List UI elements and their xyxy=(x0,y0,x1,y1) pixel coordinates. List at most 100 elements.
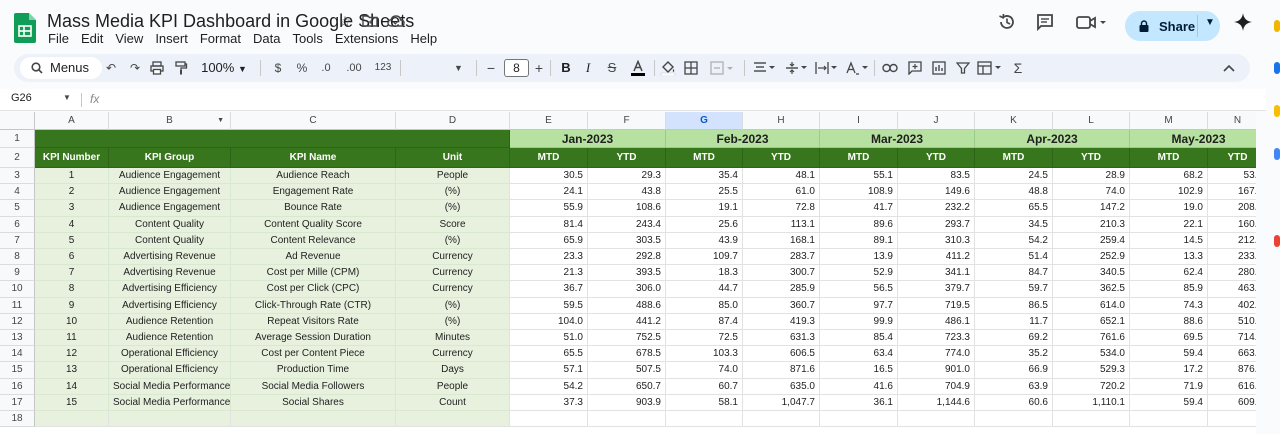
kpi-info-cell[interactable]: Social Media Performance xyxy=(109,394,231,411)
side-panel-tasks-icon[interactable] xyxy=(1274,62,1280,74)
kpi-value-cell[interactable]: 720.2 xyxy=(1053,378,1130,395)
kpi-value-cell[interactable]: 30.5 xyxy=(510,168,588,185)
column-header-j[interactable]: J xyxy=(898,112,975,130)
kpi-value-cell[interactable]: 300.7 xyxy=(743,265,820,282)
kpi-value-cell[interactable]: 310.3 xyxy=(898,232,975,249)
kpi-value-cell[interactable]: 72.5 xyxy=(666,330,743,347)
kpi-info-cell[interactable]: Content Quality xyxy=(109,232,231,249)
bold-button[interactable]: B xyxy=(558,54,574,82)
empty-cell[interactable] xyxy=(588,411,666,428)
spreadsheet-grid[interactable]: A B ▼ C D E F G H I J K L M N 1 2 3 4 5 6 7 8 9 10 11 12 13 14 15 16 17… xyxy=(0,112,1256,434)
kpi-info-cell[interactable]: 2 xyxy=(35,184,109,201)
kpi-value-cell[interactable]: 102.9 xyxy=(1130,184,1208,201)
kpi-value-cell[interactable]: 340.5 xyxy=(1053,265,1130,282)
kpi-value-cell[interactable]: 243.4 xyxy=(588,216,666,233)
kpi-value-cell[interactable]: 62.4 xyxy=(1130,265,1208,282)
kpi-info-cell[interactable]: Cost per Click (CPC) xyxy=(231,281,396,298)
kpi-value-cell[interactable]: 901.0 xyxy=(898,362,975,379)
kpi-value-cell[interactable]: 631.3 xyxy=(743,330,820,347)
kpi-value-cell[interactable]: 43.8 xyxy=(588,184,666,201)
star-icon[interactable]: ☆ xyxy=(337,13,353,29)
kpi-value-cell[interactable]: 14.5 xyxy=(1130,232,1208,249)
menu-view[interactable]: View xyxy=(115,31,143,46)
kpi-info-cell[interactable]: Content Relevance xyxy=(231,232,396,249)
kpi-info-cell[interactable]: Audience Engagement xyxy=(109,200,231,217)
period-header-cell[interactable]: YTD xyxy=(1053,148,1130,168)
kpi-info-cell[interactable]: 1 xyxy=(35,168,109,185)
kpi-info-cell[interactable]: 13 xyxy=(35,362,109,379)
kpi-info-cell[interactable]: Engagement Rate xyxy=(231,184,396,201)
column-header-m[interactable]: M xyxy=(1130,112,1208,130)
percent-format-button[interactable]: % xyxy=(294,54,310,82)
kpi-info-cell[interactable]: Advertising Revenue xyxy=(109,249,231,266)
month-header[interactable]: Apr-2023 xyxy=(975,130,1130,148)
kpi-info-cell[interactable]: Advertising Efficiency xyxy=(109,297,231,314)
empty-cell[interactable] xyxy=(898,411,975,428)
empty-cell[interactable] xyxy=(109,411,231,428)
history-icon[interactable] xyxy=(995,12,1019,36)
zoom-select[interactable]: 100% ▼ xyxy=(198,54,250,82)
month-header[interactable]: Mar-2023 xyxy=(820,130,975,148)
menu-edit[interactable]: Edit xyxy=(81,31,103,46)
kpi-value-cell[interactable]: 285.9 xyxy=(743,281,820,298)
kpi-value-cell[interactable]: 59.4 xyxy=(1130,394,1208,411)
column-header-c[interactable]: C xyxy=(231,112,396,130)
kpi-value-cell[interactable]: 65.5 xyxy=(510,346,588,363)
empty-cell[interactable] xyxy=(1208,411,1256,428)
period-header-cell[interactable]: MTD xyxy=(975,148,1053,168)
kpi-value-cell[interactable]: 60.6 xyxy=(975,394,1053,411)
kpi-value-cell[interactable]: 719.5 xyxy=(898,297,975,314)
kpi-value-cell[interactable]: 486.1 xyxy=(898,313,975,330)
kpi-value-cell[interactable]: 35.4 xyxy=(666,168,743,185)
kpi-value-cell[interactable]: 507.5 xyxy=(588,362,666,379)
text-wrapping-icon[interactable] xyxy=(814,54,840,82)
increase-decimal-button[interactable]: .00 xyxy=(342,54,366,82)
kpi-value-cell[interactable]: 360.7 xyxy=(743,297,820,314)
meet-icon[interactable] xyxy=(1075,12,1109,36)
column-header-l[interactable]: L xyxy=(1053,112,1130,130)
period-header-cell[interactable]: YTD xyxy=(588,148,666,168)
share-button[interactable]: Share ▼ xyxy=(1125,11,1220,41)
kpi-value-cell[interactable]: 43.9 xyxy=(666,232,743,249)
name-box[interactable]: G26 xyxy=(11,92,32,104)
row-header[interactable]: 5 xyxy=(0,200,35,217)
kpi-value-cell[interactable]: 149.6 xyxy=(898,184,975,201)
kpi-value-cell[interactable]: 56.5 xyxy=(820,281,898,298)
row-header[interactable]: 1 xyxy=(0,130,35,148)
kpi-value-cell[interactable]: 903.9 xyxy=(588,394,666,411)
kpi-value-cell[interactable]: 1,047.7 xyxy=(743,394,820,411)
kpi-info-cell[interactable]: 12 xyxy=(35,346,109,363)
kpi-value-cell[interactable]: 411.2 xyxy=(898,249,975,266)
decrease-decimal-button[interactable]: .0 xyxy=(316,54,336,82)
paint-format-icon[interactable] xyxy=(172,54,190,82)
row-header[interactable]: 12 xyxy=(0,313,35,330)
side-panel-keep-icon[interactable] xyxy=(1274,105,1280,117)
column-header-f[interactable]: F xyxy=(588,112,666,130)
empty-cell[interactable] xyxy=(975,411,1053,428)
kpi-value-cell[interactable]: 232.2 xyxy=(898,200,975,217)
column-header-h[interactable]: H xyxy=(743,112,820,130)
empty-cell[interactable] xyxy=(666,411,743,428)
column-header-g[interactable]: G xyxy=(666,112,743,130)
kpi-value-cell[interactable]: 85.4 xyxy=(820,330,898,347)
kpi-value-cell[interactable]: 69.2 xyxy=(975,330,1053,347)
row-header[interactable]: 2 xyxy=(0,148,35,168)
kpi-info-cell[interactable]: Content Quality Score xyxy=(231,216,396,233)
kpi-info-cell[interactable]: Currency xyxy=(396,265,510,282)
row-header[interactable]: 15 xyxy=(0,362,35,379)
name-box-caret-icon[interactable]: ▼ xyxy=(63,93,71,102)
kpi-value-cell[interactable]: 303.5 xyxy=(588,232,666,249)
kpi-info-cell[interactable]: 14 xyxy=(35,378,109,395)
kpi-info-cell[interactable]: Count xyxy=(396,394,510,411)
kpi-value-cell[interactable]: 74.0 xyxy=(1053,184,1130,201)
strikethrough-icon[interactable]: S xyxy=(604,54,620,82)
kpi-value-cell[interactable]: 103.3 xyxy=(666,346,743,363)
kpi-info-cell[interactable]: People xyxy=(396,378,510,395)
kpi-value-cell[interactable]: 109.7 xyxy=(666,249,743,266)
kpi-value-cell[interactable]: 534.0 xyxy=(1053,346,1130,363)
period-header-cell[interactable]: MTD xyxy=(666,148,743,168)
period-header-cell[interactable]: YTD xyxy=(898,148,975,168)
kpi-value-cell[interactable]: 28.9 xyxy=(1053,168,1130,185)
kpi-info-cell[interactable]: Click-Through Rate (CTR) xyxy=(231,297,396,314)
kpi-value-cell[interactable]: 761.6 xyxy=(1053,330,1130,347)
